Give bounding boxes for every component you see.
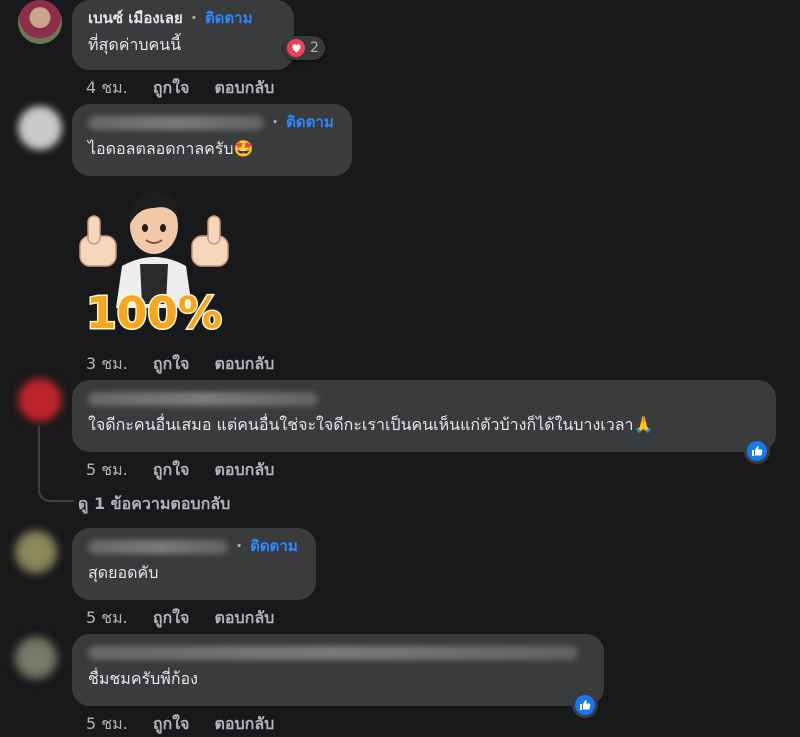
comment-actions: 5 ชม. ถูกใจ ตอบกลับ <box>86 712 294 737</box>
comment-text: ชื่มชมครับพี่ก้อง <box>88 669 198 688</box>
comment-text: ไอดอลตลอดกาลครับ🤩 <box>88 139 254 158</box>
reaction-summary[interactable]: 2 <box>284 36 325 60</box>
comment-actions: 3 ชม. ถูกใจ ตอบกลับ <box>86 352 294 377</box>
follow-button[interactable]: ติดตาม <box>205 9 253 27</box>
avatar[interactable] <box>14 636 58 680</box>
comment-bubble: · ติดตาม สุดยอดคับ <box>72 528 316 600</box>
comment-actions: 4 ชม. ถูกใจ ตอบกลับ <box>86 76 294 101</box>
reply-button[interactable]: ตอบกลับ <box>215 608 275 627</box>
like-button[interactable]: ถูกใจ <box>153 460 190 479</box>
reaction-summary[interactable] <box>744 438 770 464</box>
reaction-summary[interactable] <box>572 692 598 718</box>
comment-bubble: ใจดีกะคนอื่นเสมอ แต่คนอื่นใช่จะใจดีกะเรา… <box>72 380 776 452</box>
timestamp[interactable]: 5 ชม. <box>86 460 128 479</box>
comment-text: ที่สุดค่าบคนนี้ <box>88 35 182 54</box>
avatar[interactable] <box>18 106 62 150</box>
sticker-image[interactable]: 100% <box>74 178 234 341</box>
comment-bubble: ชื่มชมครับพี่ก้อง <box>72 634 604 706</box>
reply-button[interactable]: ตอบกลับ <box>215 78 275 97</box>
author-name[interactable] <box>88 391 318 406</box>
like-icon <box>747 441 767 461</box>
comment-text: สุดยอดคับ <box>88 563 159 582</box>
comment-bubble: · ติดตาม ไอดอลตลอดกาลครับ🤩 <box>72 104 352 176</box>
thread-connector <box>38 426 74 502</box>
reply-button[interactable]: ตอบกลับ <box>215 460 275 479</box>
author-name[interactable]: เบนซ์ เมืองเลย <box>88 9 183 27</box>
comment-actions: 5 ชม. ถูกใจ ตอบกลับ <box>86 606 294 631</box>
author-name[interactable] <box>88 645 578 660</box>
comment-text: ใจดีกะคนอื่นเสมอ แต่คนอื่นใช่จะใจดีกะเรา… <box>88 415 654 434</box>
like-button[interactable]: ถูกใจ <box>153 608 190 627</box>
reply-button[interactable]: ตอบกลับ <box>215 354 275 373</box>
view-replies-link[interactable]: ดู 1 ข้อความตอบกลับ <box>78 492 230 517</box>
sticker-text: 100% <box>86 288 222 338</box>
author-name[interactable] <box>88 115 264 130</box>
separator: · <box>272 113 278 131</box>
comment-bubble: เบนซ์ เมืองเลย · ติดตาม ที่สุดค่าบคนนี้ <box>72 0 294 70</box>
timestamp[interactable]: 5 ชม. <box>86 714 128 733</box>
comment-actions: 5 ชม. ถูกใจ ตอบกลับ <box>86 458 294 483</box>
author-name[interactable] <box>88 539 228 554</box>
avatar[interactable] <box>18 0 62 44</box>
reaction-count: 2 <box>310 40 319 56</box>
reply-button[interactable]: ตอบกลับ <box>215 714 275 733</box>
separator: · <box>236 537 242 555</box>
follow-button[interactable]: ติดตาม <box>286 113 334 131</box>
thumbs-up-character-icon: 100% <box>79 192 229 341</box>
timestamp[interactable]: 4 ชม. <box>86 78 128 97</box>
avatar[interactable] <box>18 378 62 422</box>
like-button[interactable]: ถูกใจ <box>153 714 190 733</box>
timestamp[interactable]: 5 ชม. <box>86 608 128 627</box>
love-icon <box>287 39 305 57</box>
like-button[interactable]: ถูกใจ <box>153 78 190 97</box>
separator: · <box>191 9 197 27</box>
like-button[interactable]: ถูกใจ <box>153 354 190 373</box>
follow-button[interactable]: ติดตาม <box>250 537 298 555</box>
timestamp[interactable]: 3 ชม. <box>86 354 128 373</box>
avatar[interactable] <box>14 530 58 574</box>
like-icon <box>575 695 595 715</box>
